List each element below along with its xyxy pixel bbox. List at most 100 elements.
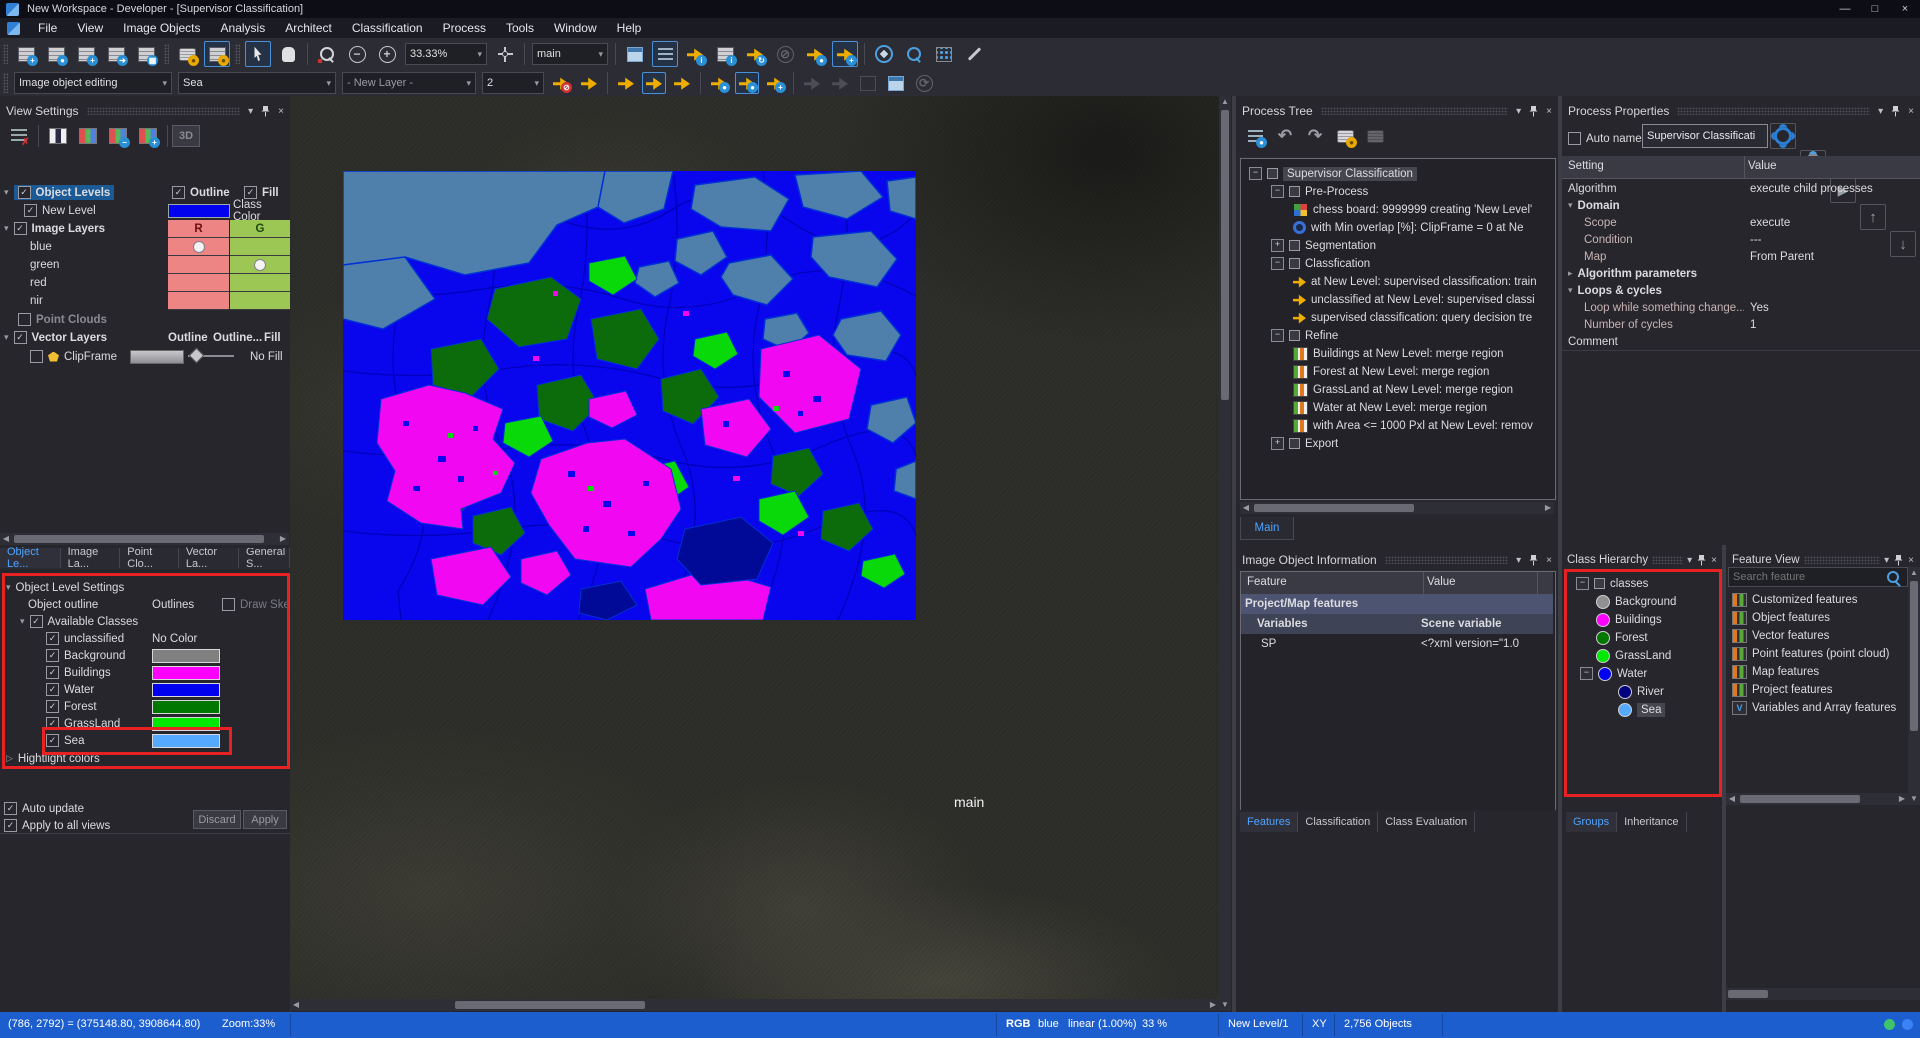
menu-process[interactable]: Process bbox=[433, 21, 496, 35]
pp-col-setting[interactable]: Setting bbox=[1568, 160, 1604, 172]
pt-node-1[interactable]: −Pre-Process bbox=[1271, 183, 1368, 200]
pin-icon[interactable] bbox=[1529, 106, 1538, 117]
zoom-in-icon[interactable]: + bbox=[374, 41, 400, 67]
search-feature-input[interactable] bbox=[1729, 571, 1887, 583]
menu-architect[interactable]: Architect bbox=[275, 21, 342, 35]
ch-root[interactable]: −classes bbox=[1576, 575, 1648, 592]
ioi-col-feature[interactable]: Feature bbox=[1247, 576, 1287, 588]
ch-forest[interactable]: Forest bbox=[1596, 629, 1648, 646]
ols-root[interactable]: ▾ Object Level Settings bbox=[6, 579, 124, 596]
rotate-scene-icon[interactable]: ⟳ bbox=[912, 72, 936, 94]
ch-grassland[interactable]: GrassLand bbox=[1596, 647, 1671, 664]
ioi-col-value[interactable]: Value bbox=[1427, 576, 1456, 588]
swatch-forest[interactable] bbox=[152, 700, 220, 714]
pp-row-domain[interactable]: ▾Domain bbox=[1568, 197, 1620, 214]
pixel-grid-icon[interactable] bbox=[931, 41, 957, 67]
crop-scene-icon[interactable] bbox=[856, 72, 880, 94]
image-layer-mix-icon[interactable] bbox=[884, 72, 908, 94]
close-icon[interactable]: × bbox=[1546, 106, 1552, 117]
pp-row-map[interactable]: Map bbox=[1584, 248, 1606, 265]
pin-icon[interactable] bbox=[1891, 106, 1900, 117]
pan-tool-icon[interactable] bbox=[275, 41, 301, 67]
tab-features[interactable]: Features bbox=[1240, 812, 1298, 832]
status-stretch[interactable]: linear (1.00%) bbox=[1068, 1018, 1136, 1030]
pp-row-cycles[interactable]: Number of cycles bbox=[1584, 316, 1673, 333]
chevron-down-icon[interactable]: ▾ bbox=[1516, 555, 1521, 566]
chevron-down-icon[interactable]: ▾ bbox=[1687, 555, 1692, 566]
fv-object[interactable]: Object features bbox=[1732, 609, 1830, 626]
close-button[interactable]: × bbox=[1890, 3, 1920, 15]
ols-class-buildings[interactable]: ✓Buildings bbox=[46, 664, 111, 681]
tab-image-layers[interactable]: Image La... bbox=[61, 548, 121, 568]
ols-highlight-colors[interactable]: ▷ Hightlight colors bbox=[6, 750, 100, 767]
ioi-variables-row[interactable]: Variables Scene variable bbox=[1241, 614, 1553, 634]
zoom-area-icon[interactable] bbox=[314, 41, 340, 67]
view-settings-icon[interactable] bbox=[652, 41, 678, 67]
pp-row-algorithm[interactable]: Algorithm bbox=[1568, 180, 1738, 197]
fv-project[interactable]: Project features bbox=[1732, 681, 1833, 698]
ioi-section-row[interactable]: Project/Map features bbox=[1241, 594, 1553, 614]
image-object-info-icon[interactable]: i bbox=[682, 41, 708, 67]
swatch-water[interactable] bbox=[152, 683, 220, 697]
zoom-level-select[interactable]: 33.33%▾ bbox=[405, 43, 487, 65]
close-icon[interactable]: × bbox=[1908, 555, 1914, 566]
ols-class-forest[interactable]: ✓Forest bbox=[46, 698, 97, 715]
update-view-icon[interactable]: ↻ bbox=[742, 41, 768, 67]
navigate-icon[interactable] bbox=[492, 41, 518, 67]
radio-r-blue[interactable] bbox=[193, 241, 205, 253]
feature-view-hscroll[interactable]: ◀ ▶ bbox=[1726, 793, 1908, 805]
status-band[interactable]: blue bbox=[1038, 1018, 1059, 1030]
pp-row-algorithm-params[interactable]: ▸Algorithm parameters bbox=[1568, 265, 1697, 282]
tab-groups[interactable]: Groups bbox=[1566, 812, 1617, 832]
ch-buildings[interactable]: Buildings bbox=[1596, 611, 1662, 628]
ols-outlines-value[interactable]: Outlines bbox=[152, 596, 194, 613]
map-hscroll[interactable]: ◀ ▶ bbox=[290, 999, 1219, 1011]
layer-row-blue[interactable]: blue bbox=[30, 238, 52, 255]
apply-button[interactable]: Apply bbox=[243, 810, 287, 829]
toolbar-grip[interactable] bbox=[3, 44, 8, 64]
chevron-down-icon[interactable]: ▾ bbox=[1516, 106, 1521, 117]
pt-node-0[interactable]: − Supervisor Classification bbox=[1249, 165, 1417, 182]
vector-layers-row[interactable]: ▾ ✓Vector Layers bbox=[4, 329, 107, 346]
toolbar-grip[interactable] bbox=[3, 73, 8, 93]
pp-row-scope[interactable]: Scope bbox=[1584, 214, 1617, 231]
close-icon[interactable]: × bbox=[278, 106, 284, 117]
algorithm-settings-icon[interactable] bbox=[1770, 123, 1796, 149]
tab-vector-layers[interactable]: Vector La... bbox=[179, 548, 239, 568]
add-scene-icon[interactable]: + bbox=[73, 41, 99, 67]
tab-classification[interactable]: Classification bbox=[1298, 812, 1378, 832]
pp-row-comment[interactable]: Comment bbox=[1568, 333, 1618, 350]
edit-levels-icon[interactable]: ✗ bbox=[6, 123, 32, 149]
fv-point[interactable]: Point features (point cloud) bbox=[1732, 645, 1889, 662]
menu-view[interactable]: View bbox=[67, 21, 113, 35]
discard-button[interactable]: Discard bbox=[193, 810, 241, 829]
remove-layer-view-icon[interactable]: − bbox=[105, 123, 131, 149]
pt-node-12[interactable]: GrassLand at New Level: merge region bbox=[1293, 381, 1513, 398]
image-layers-row[interactable]: ▾ ✓Image Layers bbox=[4, 220, 105, 237]
level-select[interactable]: 2▾ bbox=[482, 72, 544, 94]
auto-name-checkbox[interactable]: Auto name bbox=[1568, 130, 1642, 147]
point-clouds-row[interactable]: Point Clouds bbox=[18, 311, 107, 328]
maximize-button[interactable]: □ bbox=[1860, 3, 1890, 15]
pt-node-15[interactable]: +Export bbox=[1271, 435, 1338, 452]
show-scene-icon[interactable]: ● bbox=[174, 41, 200, 67]
fv-map[interactable]: Map features bbox=[1732, 663, 1819, 680]
feature-view-vscroll[interactable]: ▲ ▼ bbox=[1908, 567, 1920, 805]
ch-background[interactable]: Background bbox=[1596, 593, 1676, 610]
auto-update-checkbox[interactable]: ✓Auto update bbox=[4, 800, 84, 817]
toolbar-grip[interactable] bbox=[164, 44, 169, 64]
cursor-tool-icon[interactable] bbox=[245, 41, 271, 67]
layer-row-red[interactable]: red bbox=[30, 274, 47, 291]
menu-image-objects[interactable]: Image Objects bbox=[113, 21, 210, 35]
search-icon[interactable] bbox=[1887, 571, 1899, 583]
move-down-icon[interactable]: ↓ bbox=[1890, 231, 1916, 257]
execute-stack-icon[interactable]: ● bbox=[1332, 123, 1358, 149]
menu-analysis[interactable]: Analysis bbox=[211, 21, 276, 35]
status-rgb[interactable]: RGB bbox=[1006, 1018, 1030, 1030]
classify-object-icon[interactable]: ● bbox=[735, 72, 759, 94]
pin-icon[interactable] bbox=[1697, 555, 1706, 566]
pt-node-9[interactable]: −Refine bbox=[1271, 327, 1338, 344]
swatch-buildings[interactable] bbox=[152, 666, 220, 680]
pp-row-condition[interactable]: Condition bbox=[1584, 231, 1633, 248]
redo-icon[interactable]: ↷ bbox=[1302, 123, 1328, 149]
